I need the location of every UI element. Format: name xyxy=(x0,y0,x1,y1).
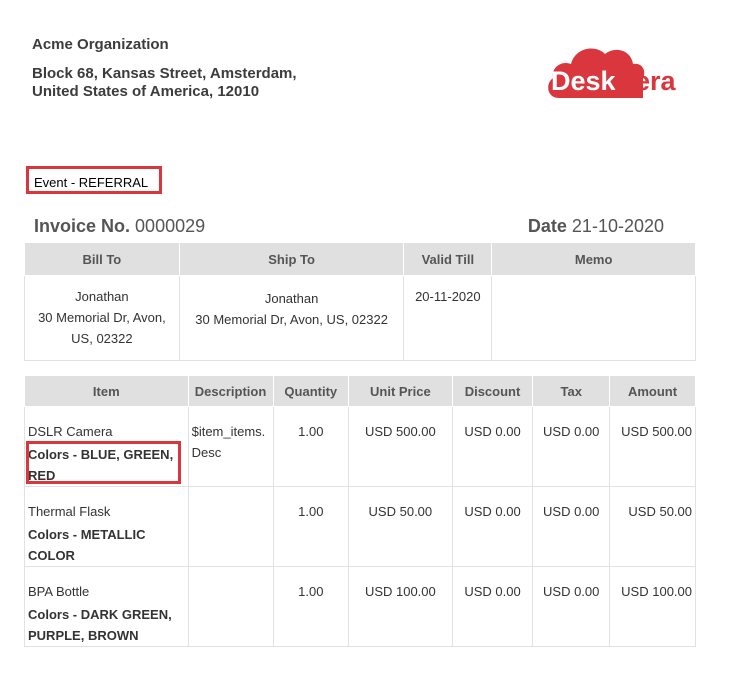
org-name: Acme Organization xyxy=(32,36,169,53)
item-cell: Thermal Flask Colors - METALLIC COLOR xyxy=(24,486,189,567)
logo-text-main: Desk xyxy=(551,66,617,96)
bill-to-line1: Jonathan xyxy=(75,289,129,304)
description-cell: $item_items. Desc xyxy=(187,406,274,487)
header-quantity: Quantity xyxy=(272,375,350,407)
item-cell: DSLR Camera Colors - BLUE, GREEN, RED xyxy=(24,406,189,487)
org-address: Block 68, Kansas Street, Amsterdam, Unit… xyxy=(32,65,392,101)
invoice-date-label: Date xyxy=(527,216,567,236)
items-table: Item Description Quantity Unit Price Dis… xyxy=(24,375,696,647)
header-valid-till: Valid Till xyxy=(403,242,493,276)
header-ship-to: Ship To xyxy=(178,242,405,276)
item-colors: Colors - DARK GREEN, PURPLE, BROWN xyxy=(28,607,172,643)
invoice-date-value: 21-10-2020 xyxy=(571,216,664,236)
quantity-cell: 1.00 xyxy=(272,566,350,647)
header-amount: Amount xyxy=(609,375,696,407)
unit-price-cell: USD 50.00 xyxy=(348,486,453,567)
invoice-date: Date 21-10-2020 xyxy=(528,216,664,237)
valid-till-cell: 20-11-2020 xyxy=(403,275,493,361)
items-header-row: Item Description Quantity Unit Price Dis… xyxy=(24,375,696,407)
invoice-number-value: 0000029 xyxy=(135,216,206,236)
item-colors: Colors - BLUE, GREEN, RED xyxy=(28,447,174,483)
org-address-line2: United States of America, 12010 xyxy=(32,83,260,100)
amount-cell: USD 50.00 xyxy=(609,486,696,567)
item-colors: Colors - METALLIC COLOR xyxy=(28,527,146,563)
bill-to-line3: US, 02322 xyxy=(71,331,133,346)
tax-cell: USD 0.00 xyxy=(532,566,611,647)
description-cell xyxy=(187,566,274,647)
invoice-number: Invoice No. 0000029 xyxy=(34,216,205,237)
table-row: BPA Bottle Colors - DARK GREEN, PURPLE, … xyxy=(24,566,696,647)
header-discount: Discount xyxy=(451,375,534,407)
memo-cell xyxy=(491,275,696,361)
org-address-line1: Block 68, Kansas Street, Amsterdam, xyxy=(32,65,297,82)
amount-cell: USD 100.00 xyxy=(609,566,696,647)
header-memo: Memo xyxy=(491,242,696,276)
unit-price-cell: USD 100.00 xyxy=(348,566,453,647)
event-highlight-box: Event - REFERRAL xyxy=(26,166,162,194)
ship-to-cell: Jonathan 30 Memorial Dr, Avon, US, 02322 xyxy=(178,275,405,361)
header-tax: Tax xyxy=(532,375,611,407)
table-row: DSLR Camera Colors - BLUE, GREEN, RED $i… xyxy=(24,406,696,487)
ship-to-line2: 30 Memorial Dr, Avon, US, 02322 xyxy=(195,312,388,327)
discount-cell: USD 0.00 xyxy=(451,406,534,487)
bill-to-line2: 30 Memorial Dr, Avon, xyxy=(38,310,166,325)
header-description: Description xyxy=(187,375,274,407)
deskera-logo: Desk era xyxy=(548,48,677,98)
quantity-cell: 1.00 xyxy=(272,406,350,487)
table-row: Thermal Flask Colors - METALLIC COLOR 1.… xyxy=(24,486,696,567)
parties-row: Jonathan 30 Memorial Dr, Avon, US, 02322… xyxy=(24,275,696,361)
discount-cell: USD 0.00 xyxy=(451,486,534,567)
amount-cell: USD 500.00 xyxy=(609,406,696,487)
parties-table: Bill To Ship To Valid Till Memo Jonathan… xyxy=(24,242,696,361)
header-bill-to: Bill To xyxy=(24,242,180,276)
invoice-number-label: Invoice No. xyxy=(34,216,131,236)
ship-to-line1: Jonathan xyxy=(264,291,319,306)
item-name: BPA Bottle xyxy=(28,584,90,599)
item-name: DSLR Camera xyxy=(28,424,113,439)
bill-to-cell: Jonathan 30 Memorial Dr, Avon, US, 02322 xyxy=(24,275,180,361)
unit-price-cell: USD 500.00 xyxy=(348,406,453,487)
parties-header-row: Bill To Ship To Valid Till Memo xyxy=(24,242,696,276)
header-item: Item xyxy=(24,375,189,407)
tax-cell: USD 0.00 xyxy=(532,486,611,567)
tax-cell: USD 0.00 xyxy=(532,406,611,487)
description-cell xyxy=(187,486,274,567)
item-cell: BPA Bottle Colors - DARK GREEN, PURPLE, … xyxy=(24,566,189,647)
header-unit-price: Unit Price xyxy=(348,375,453,407)
quantity-cell: 1.00 xyxy=(272,486,350,567)
logo-text-accent: era xyxy=(635,66,677,96)
event-label: Event - REFERRAL xyxy=(34,175,149,190)
discount-cell: USD 0.00 xyxy=(451,566,534,647)
item-name: Thermal Flask xyxy=(28,504,111,519)
